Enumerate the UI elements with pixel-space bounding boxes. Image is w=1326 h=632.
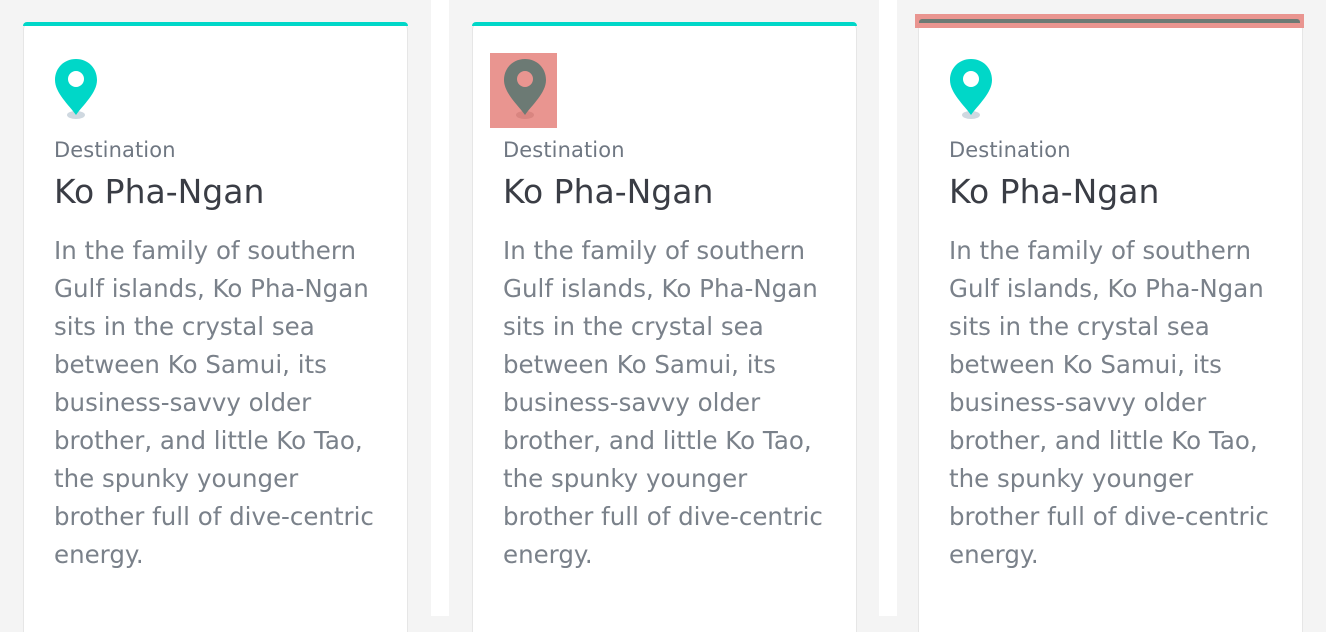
description-line: brother, and little Ko Tao, — [503, 426, 812, 455]
accent-bar-highlight — [915, 14, 1304, 28]
map-pin-icon — [948, 56, 996, 122]
description-line: between Ko Samui, its — [949, 350, 1222, 379]
description-line: business-savvy older — [54, 388, 312, 417]
column-gutter — [879, 0, 897, 616]
description-line: sits in the crystal sea — [54, 312, 315, 341]
description-line: business-savvy older — [949, 388, 1207, 417]
description-line: brother full of dive-centric — [949, 502, 1269, 531]
card-description: In the family of southern Gulf islands, … — [503, 232, 843, 574]
description-line: sits in the crystal sea — [503, 312, 764, 341]
description-line: Gulf islands, Ko Pha-Ngan — [503, 274, 818, 303]
description-line: In the family of southern — [949, 236, 1252, 265]
description-line: Gulf islands, Ko Pha-Ngan — [949, 274, 1264, 303]
destination-card[interactable]: Destination Ko Pha-Ngan In the family of… — [915, 14, 1304, 632]
description-line: between Ko Samui, its — [503, 350, 776, 379]
card-title[interactable]: Ko Pha-Ngan — [54, 172, 264, 211]
card-title[interactable]: Ko Pha-Ngan — [503, 172, 713, 211]
card-accent-bar — [23, 22, 408, 26]
map-pin-icon — [502, 56, 550, 122]
description-line: business-savvy older — [503, 388, 761, 417]
card-eyebrow: Destination — [54, 138, 176, 162]
map-pin-icon — [53, 56, 101, 122]
card-description: In the family of southern Gulf islands, … — [949, 232, 1289, 574]
column-gutter — [431, 0, 449, 616]
description-line: brother, and little Ko Tao, — [54, 426, 363, 455]
description-line: the spunky younger — [949, 464, 1194, 493]
description-line: brother full of dive-centric — [503, 502, 823, 531]
description-line: energy. — [54, 540, 144, 569]
description-line: the spunky younger — [503, 464, 748, 493]
description-line: energy. — [949, 540, 1039, 569]
description-line: Gulf islands, Ko Pha-Ngan — [54, 274, 369, 303]
description-line: In the family of southern — [54, 236, 357, 265]
description-line: energy. — [503, 540, 593, 569]
description-line: In the family of southern — [503, 236, 806, 265]
card-accent-bar — [472, 22, 857, 26]
description-line: between Ko Samui, its — [54, 350, 327, 379]
destination-card[interactable]: Destination Ko Pha-Ngan In the family of… — [23, 22, 408, 632]
description-line: the spunky younger — [54, 464, 299, 493]
destination-card[interactable]: Destination Ko Pha-Ngan In the family of… — [472, 22, 857, 632]
description-line: brother, and little Ko Tao, — [949, 426, 1258, 455]
description-line: brother full of dive-centric — [54, 502, 374, 531]
card-description: In the family of southern Gulf islands, … — [54, 232, 394, 574]
card-accent-bar — [919, 19, 1300, 23]
card-eyebrow: Destination — [503, 138, 625, 162]
description-line: sits in the crystal sea — [949, 312, 1210, 341]
card-title[interactable]: Ko Pha-Ngan — [949, 172, 1159, 211]
card-eyebrow: Destination — [949, 138, 1071, 162]
